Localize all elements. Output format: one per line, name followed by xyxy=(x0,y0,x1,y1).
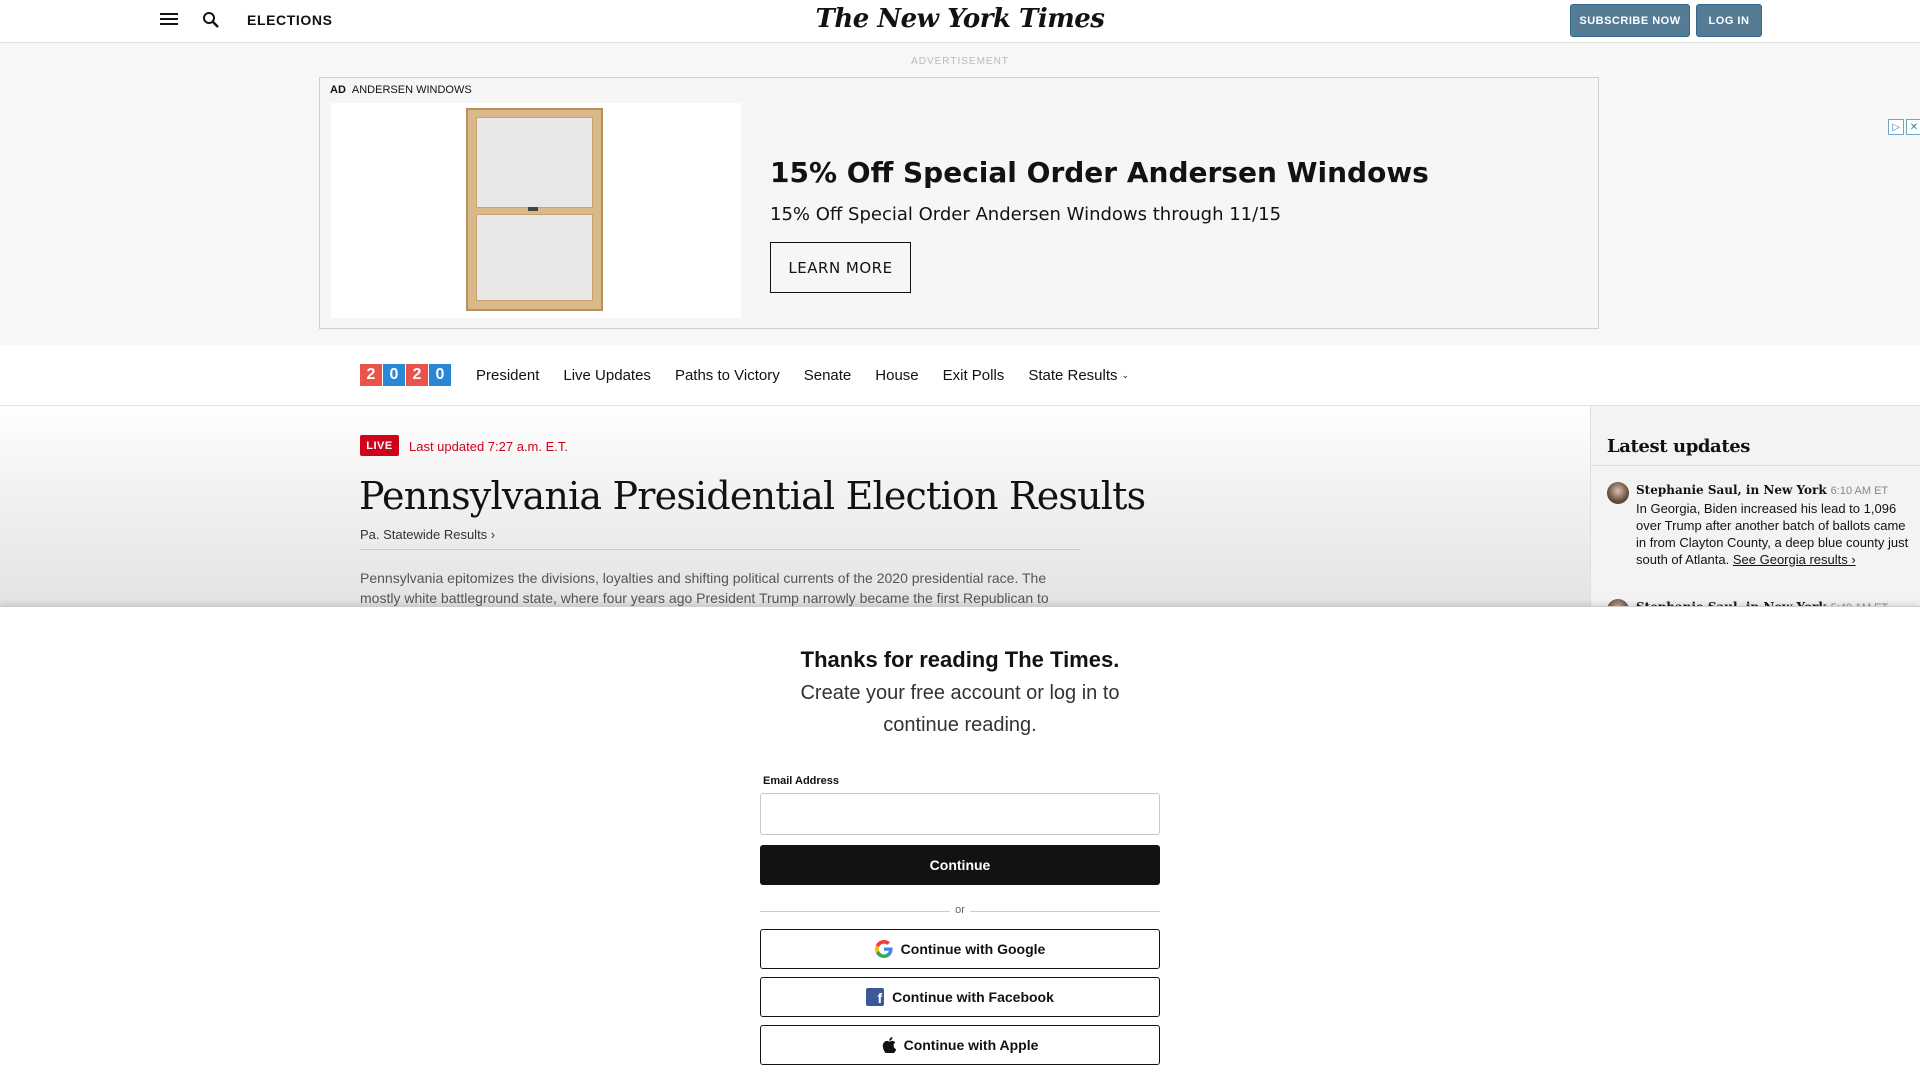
nav-paths-to-victory[interactable]: Paths to Victory xyxy=(675,367,780,384)
ad-headline[interactable]: 15% Off Special Order Andersen Windows xyxy=(770,156,1429,189)
update-author: Stephanie Saul, in New York xyxy=(1636,483,1827,497)
election-nav-links: President Live Updates Paths to Victory … xyxy=(476,367,1153,384)
article-header: LIVE Last updated 7:27 a.m. E.T. Pennsyl… xyxy=(0,406,1590,606)
window-pane-top xyxy=(476,117,593,208)
ad-subhead: 15% Off Special Order Andersen Windows t… xyxy=(770,204,1282,225)
email-field[interactable] xyxy=(760,793,1160,835)
ad-tag: AD ANDERSEN WINDOWS xyxy=(330,84,472,96)
year-2020-logo[interactable]: 2 0 2 0 xyxy=(360,364,452,386)
author-avatar xyxy=(1607,482,1629,504)
live-badge: LIVE xyxy=(360,435,399,456)
ad-marker: AD xyxy=(330,84,346,96)
nav-senate[interactable]: Senate xyxy=(804,367,852,384)
divider xyxy=(970,911,1160,912)
election-nav: 2 0 2 0 President Live Updates Paths to … xyxy=(0,345,1920,406)
ad-banner[interactable]: AD ANDERSEN WINDOWS 15% Off Special Order… xyxy=(319,77,1599,329)
email-label: Email Address xyxy=(763,775,840,787)
nav-state-results-label: State Results xyxy=(1028,367,1118,384)
adchoices: ▷ ✕ xyxy=(1888,119,1920,135)
continue-with-google-button[interactable]: Continue with Google xyxy=(760,929,1160,969)
last-updated: Last updated 7:27 a.m. E.T. xyxy=(409,439,568,454)
chevron-down-icon: ⌄ xyxy=(1121,370,1130,380)
update-time: 6:10 AM ET xyxy=(1830,485,1889,497)
see-georgia-results-link[interactable]: See Georgia results › xyxy=(1733,552,1856,567)
regwall-title: Thanks for reading The Times. xyxy=(800,647,1120,672)
update-meta: Stephanie Saul, in New York 6:10 AM ET xyxy=(1636,482,1888,497)
or-divider: or xyxy=(760,904,1160,918)
google-icon xyxy=(874,940,893,958)
nav-exit-polls[interactable]: Exit Polls xyxy=(943,367,1005,384)
nav-president[interactable]: President xyxy=(476,367,539,384)
continue-with-apple-button[interactable]: Continue with Apple xyxy=(760,1025,1160,1065)
nav-live-updates[interactable]: Live Updates xyxy=(563,367,651,384)
divider xyxy=(1591,465,1920,466)
adchoices-icon[interactable]: ▷ xyxy=(1888,119,1904,135)
article-body: Pennsylvania epitomizes the divisions, l… xyxy=(360,570,1049,606)
window-latch xyxy=(528,207,538,211)
top-bar: ELECTIONS The New York Times SUBSCRIBE N… xyxy=(0,0,1920,43)
apple-button-label: Continue with Apple xyxy=(903,1037,1039,1053)
continue-button[interactable]: Continue xyxy=(760,845,1160,885)
ad-image[interactable] xyxy=(331,103,741,318)
ad-advertiser: ANDERSEN WINDOWS xyxy=(351,84,472,96)
year-digit: 0 xyxy=(383,364,405,386)
nav-state-results[interactable]: State Results ⌄ xyxy=(1028,367,1129,384)
facebook-icon: f xyxy=(866,988,885,1006)
subscribe-button[interactable]: SUBSCRIBE NOW xyxy=(1570,4,1690,37)
latest-updates-sidebar: Latest updates Stephanie Saul, in New Yo… xyxy=(1590,406,1920,621)
advertisement-region: ADVERTISEMENT AD ANDERSEN WINDOWS 15% Off… xyxy=(0,43,1920,345)
login-button[interactable]: LOG IN xyxy=(1696,4,1762,37)
advertisement-label: ADVERTISEMENT xyxy=(911,56,1009,67)
ad-learn-more-button[interactable]: LEARN MORE xyxy=(770,242,911,293)
window-pane-bottom xyxy=(476,214,593,301)
close-icon[interactable]: ✕ xyxy=(1906,119,1920,135)
facebook-button-label: Continue with Facebook xyxy=(892,989,1054,1005)
google-button-label: Continue with Google xyxy=(900,941,1046,957)
statewide-results-link[interactable]: Pa. Statewide Results › xyxy=(360,527,495,542)
registration-wall: Thanks for reading The Times. Create you… xyxy=(0,606,1920,1081)
sidebar-title: Latest updates xyxy=(1607,436,1751,457)
page-title: Pennsylvania Presidential Election Resul… xyxy=(359,474,1146,518)
year-digit: 2 xyxy=(360,364,382,386)
or-label: or xyxy=(955,904,965,916)
divider xyxy=(360,549,1080,550)
window-product-image xyxy=(466,108,603,311)
year-digit: 2 xyxy=(406,364,428,386)
regwall-subtitle: Create your free account or log in to co… xyxy=(800,682,1120,736)
update-text: In Georgia, Biden increased his lead to … xyxy=(1636,500,1916,568)
year-digit: 0 xyxy=(429,364,451,386)
continue-with-facebook-button[interactable]: f Continue with Facebook xyxy=(760,977,1160,1017)
nav-house[interactable]: House xyxy=(875,367,918,384)
apple-icon xyxy=(882,1037,896,1053)
